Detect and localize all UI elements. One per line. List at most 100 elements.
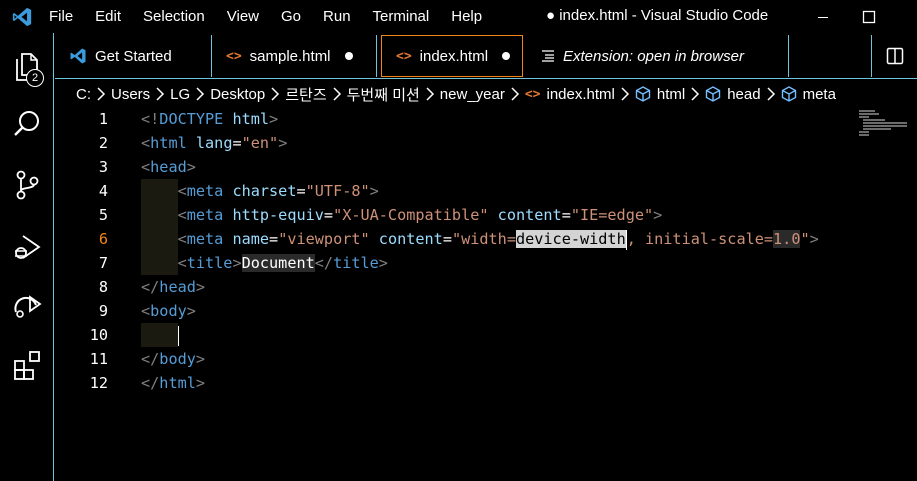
breadcrumb-item[interactable]: Desktop — [210, 86, 265, 103]
chevron-right-icon — [155, 87, 165, 101]
code-token: charset — [232, 182, 297, 200]
code-token: "X-UA-Compatible" — [333, 206, 489, 224]
maximize-button[interactable] — [846, 0, 892, 33]
code-line[interactable]: 10 — [55, 323, 917, 347]
code-text: <html lang="en"> — [141, 131, 287, 155]
code-token: > — [186, 302, 196, 320]
tab-index-html[interactable]: <> index.html — [381, 35, 523, 77]
menu-selection[interactable]: Selection — [132, 0, 216, 33]
code-token: title — [186, 254, 233, 272]
chevron-right-icon — [510, 87, 520, 101]
code-line[interactable]: 7 <title>Document</title> — [55, 251, 917, 275]
tab-get-started[interactable]: Get Started — [55, 35, 212, 77]
explorer-icon[interactable]: 2 — [0, 39, 54, 95]
chevron-right-icon — [96, 87, 106, 101]
html-icon: <> — [226, 48, 242, 64]
tab-label: sample.html — [249, 47, 331, 65]
source-control-icon[interactable] — [0, 157, 54, 213]
symbol-element-icon — [781, 86, 797, 102]
code-line[interactable]: 6 <meta name="viewport" content="width=d… — [55, 227, 917, 251]
code-token: body — [159, 350, 196, 368]
breadcrumb-item[interactable]: LG — [170, 86, 190, 103]
breadcrumb-item[interactable]: new_year — [440, 86, 505, 103]
menu-view[interactable]: View — [216, 0, 270, 33]
menu-edit[interactable]: Edit — [84, 0, 132, 33]
breadcrumb-item[interactable]: Users — [111, 86, 150, 103]
breadcrumb-item[interactable]: meta — [781, 86, 836, 103]
remote-icon[interactable] — [0, 276, 54, 332]
code-token: < — [141, 158, 151, 176]
breadcrumb-item[interactable]: C: — [76, 86, 91, 103]
code-token: < — [141, 134, 151, 152]
code-line[interactable]: 11 </body> — [55, 347, 917, 371]
code-token: html — [150, 134, 187, 152]
breadcrumb-item[interactable]: 르탄즈 — [285, 84, 326, 105]
code-line[interactable]: 2 <html lang="en"> — [55, 131, 917, 155]
code-text: <meta charset="UTF-8"> — [141, 179, 379, 203]
code-text: <head> — [141, 155, 196, 179]
html-icon: <> — [524, 86, 541, 102]
breadcrumb-label: Users — [111, 85, 151, 103]
breadcrumb-item[interactable]: 두번째 미션 — [347, 84, 420, 105]
breadcrumb-item[interactable]: head — [705, 86, 761, 103]
code-text: <meta name="viewport" content="width=dev… — [141, 227, 819, 251]
code-line[interactable]: 4 <meta charset="UTF-8"> — [55, 179, 917, 203]
code-line[interactable]: 9 <body> — [55, 299, 917, 323]
menu-run[interactable]: Run — [312, 0, 362, 33]
search-icon[interactable] — [0, 96, 54, 152]
code-token: > — [232, 254, 242, 272]
code-token: "width= — [451, 230, 516, 248]
code-token: </ — [141, 278, 160, 296]
code-text: <!DOCTYPE html> — [141, 107, 278, 131]
minimap[interactable] — [859, 110, 907, 138]
tab-extension-preview[interactable]: Extension: open in browser — [527, 35, 789, 77]
menu-file[interactable]: File — [38, 0, 84, 33]
line-number: 3 — [98, 158, 108, 176]
menu-terminal[interactable]: Terminal — [362, 0, 441, 33]
breadcrumb-item[interactable]: <> index.html — [525, 86, 615, 103]
code-token: "IE=edge" — [570, 206, 654, 224]
window-title: ● index.html - Visual Studio Code — [546, 7, 769, 24]
run-debug-icon[interactable] — [0, 219, 54, 275]
code-token: = — [269, 230, 279, 248]
code-token: device-width — [515, 230, 626, 248]
split-editor-icon[interactable] — [871, 35, 917, 77]
code-line[interactable]: 12 </html> — [55, 371, 917, 395]
breadcrumb-item[interactable]: html — [635, 86, 685, 103]
html-icon: <> — [396, 48, 412, 64]
code-line[interactable]: 3 <head> — [55, 155, 917, 179]
code-text: <meta http-equiv="X-UA-Compatible" conte… — [141, 203, 663, 227]
minimize-button[interactable] — [800, 0, 846, 33]
unsaved-dot-icon[interactable] — [502, 52, 511, 60]
tab-sample-html[interactable]: <> sample.html — [212, 35, 377, 77]
vscode-logo-icon — [69, 47, 87, 65]
unsaved-dot-icon[interactable] — [344, 52, 353, 60]
code-token: > — [809, 230, 819, 248]
chevron-right-icon — [195, 87, 205, 101]
code-editor[interactable]: 1 <!DOCTYPE html> 2 <html lang="en"> 3 <head>… — [55, 107, 917, 481]
line-number: 11 — [89, 350, 108, 368]
tab-label: index.html — [419, 47, 489, 65]
code-token: > — [186, 158, 196, 176]
code-line[interactable]: 8 </head> — [55, 275, 917, 299]
code-token: </ — [141, 350, 160, 368]
tab-bar: Get Started <> sample.html <> index.html… — [55, 33, 917, 79]
chevron-right-icon — [690, 87, 700, 101]
menu-go[interactable]: Go — [270, 0, 312, 33]
code-token: html — [232, 110, 270, 128]
code-token: http-equiv — [232, 206, 324, 224]
menu-help[interactable]: Help — [440, 0, 493, 33]
code-line[interactable]: 5 <meta http-equiv="X-UA-Compatible" con… — [55, 203, 917, 227]
code-token: = — [296, 182, 306, 200]
breadcrumb-label: LG — [170, 85, 191, 103]
code-token: name — [232, 230, 270, 248]
code-line[interactable]: 1 <!DOCTYPE html> — [55, 107, 917, 131]
code-token: " — [800, 230, 810, 248]
extensions-icon[interactable] — [0, 337, 54, 393]
code-token: title — [333, 254, 379, 272]
code-token: body — [150, 302, 187, 320]
